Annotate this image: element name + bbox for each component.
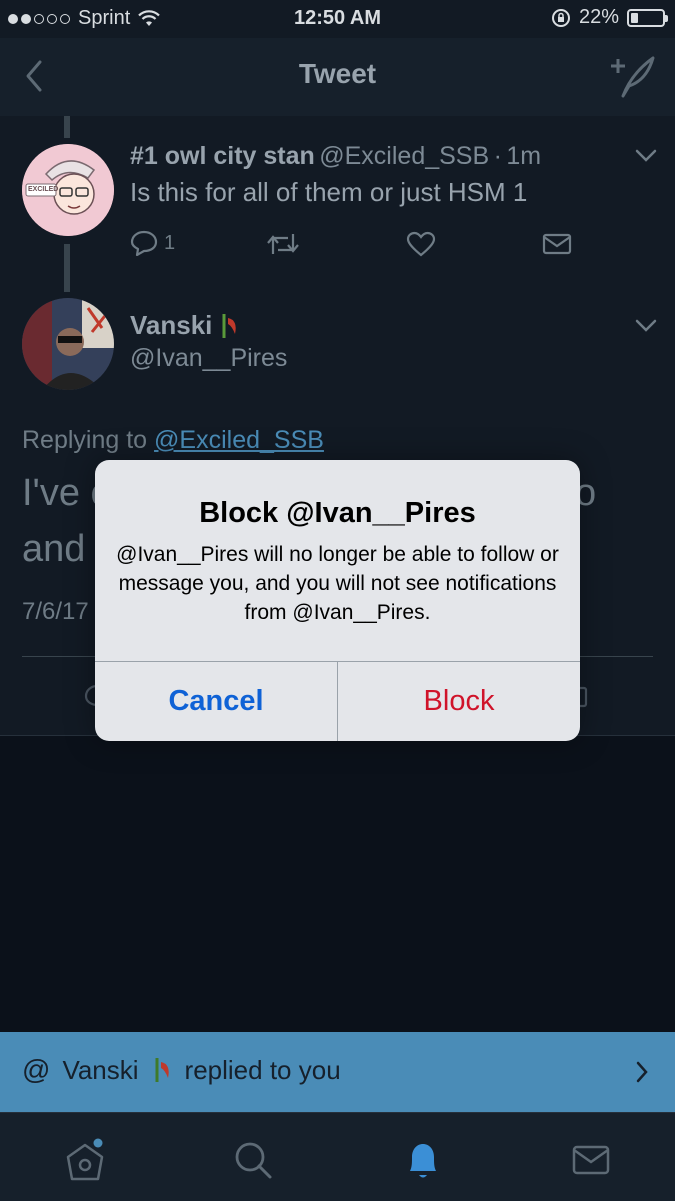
replying-to: Replying to @Exciled_SSB: [22, 426, 324, 455]
tweet-time: 1m: [506, 142, 542, 170]
notifications-bell-icon[interactable]: [398, 1135, 448, 1185]
reply-icon: [130, 230, 158, 256]
author-handle[interactable]: @Ivan__Pires: [130, 344, 287, 373]
author-handle: @Exciled_SSB: [319, 142, 490, 170]
main-author-row: Vanski: [130, 310, 240, 341]
heart-icon[interactable]: [406, 231, 436, 257]
page-title: Tweet: [298, 58, 377, 89]
banner-text: replied to you: [184, 1054, 341, 1085]
parent-tweet-header: #1 owl city stan @Exciled_SSB · 1m: [130, 142, 541, 171]
battery-percent: 22%: [578, 6, 619, 28]
reply-notification-banner[interactable]: @ Vanski replied to you: [0, 1032, 675, 1112]
chevron-down-icon[interactable]: [634, 318, 658, 334]
avatar-photo: [22, 298, 114, 390]
status-bar: Sprint 12:50 AM 22%: [0, 0, 675, 38]
cancel-button[interactable]: Cancel: [95, 662, 337, 741]
reply-count: 1: [164, 231, 176, 254]
dialog-title: Block @Ivan__Pires: [199, 497, 476, 529]
status-right-group: 22%: [551, 6, 668, 29]
mail-icon[interactable]: [542, 233, 572, 255]
block-alert-dialog: Block @Ivan__Pires @Ivan__Pires will no …: [95, 460, 580, 741]
author-name[interactable]: #1 owl city stan: [130, 142, 315, 170]
thread-line: [64, 116, 70, 138]
replying-prefix: Replying to: [22, 426, 148, 454]
nav-bar: Tweet: [0, 38, 675, 117]
tweet-text-line2: and: [22, 528, 86, 570]
search-icon[interactable]: [228, 1135, 278, 1185]
thread-line: [64, 244, 70, 292]
avatar[interactable]: EXCILED: [22, 144, 114, 236]
banner-content: @ Vanski replied to you: [22, 1054, 341, 1086]
block-button[interactable]: Block: [338, 662, 580, 741]
parent-tweet-text: Is this for all of them or just HSM 1: [130, 177, 528, 207]
banner-name: Vanski: [62, 1054, 139, 1085]
tab-bar: [0, 1112, 675, 1201]
author-name[interactable]: Vanski: [130, 310, 212, 341]
tweet-date: 7/6/17: [22, 598, 89, 625]
avatar[interactable]: [22, 298, 114, 390]
replying-to-link[interactable]: @Exciled_SSB: [154, 426, 324, 454]
messages-mail-icon[interactable]: [566, 1135, 616, 1185]
battery-icon: [627, 8, 668, 27]
rotation-lock-icon: [551, 8, 570, 27]
chili-pepper-icon: [155, 1058, 169, 1082]
compose-feather-icon[interactable]: [609, 54, 657, 98]
retweet-icon[interactable]: [266, 230, 300, 258]
home-icon[interactable]: [60, 1135, 110, 1185]
chevron-right-icon: [636, 1061, 648, 1083]
empty-area: [0, 736, 675, 1032]
avatar-sign-text: EXCILED: [28, 186, 59, 193]
chili-pepper-icon: [222, 313, 237, 338]
chevron-down-icon[interactable]: [634, 148, 658, 164]
at-symbol: @: [22, 1054, 51, 1085]
reply-action[interactable]: 1: [130, 230, 175, 256]
separator-dot: ·: [493, 142, 502, 170]
battery-fill: [631, 12, 638, 23]
dialog-message: @Ivan__Pires will no longer be able to f…: [116, 543, 559, 624]
